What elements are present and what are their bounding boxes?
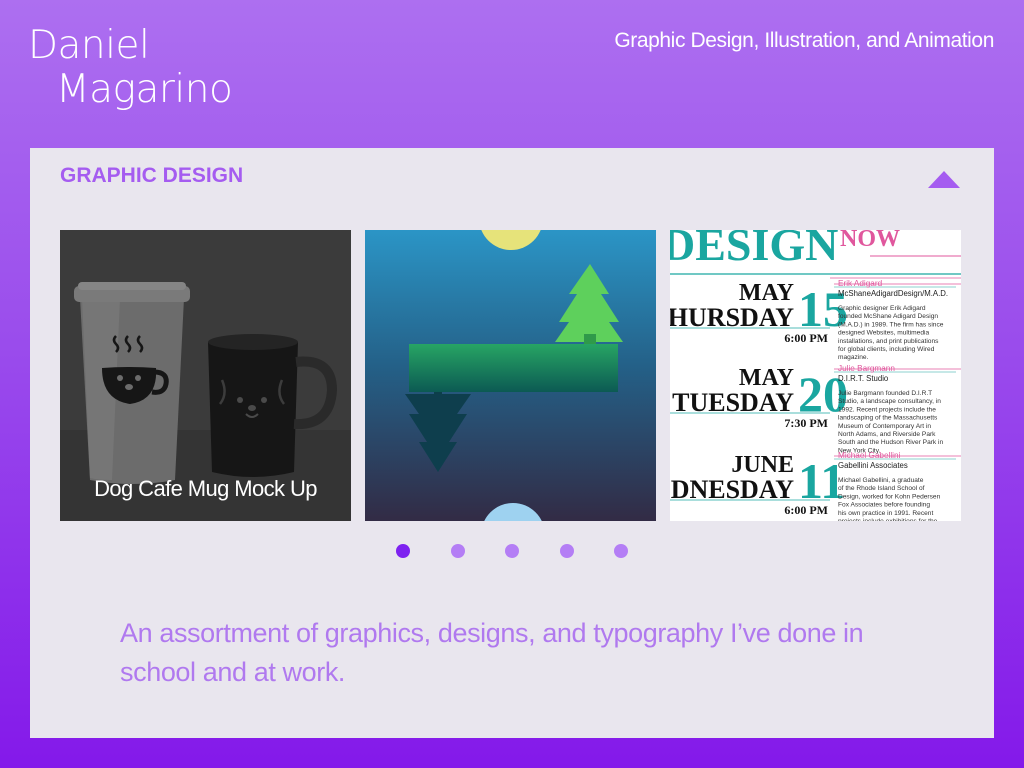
collapse-toggle-button[interactable] (928, 170, 960, 188)
poster-speaker: Julie Bargmann (838, 364, 895, 373)
graphic-design-panel: GRAPHIC DESIGN Dog Cafe Mug Mock Up DESI… (30, 148, 994, 738)
poster-bio-line: South and the Hudson River Park in (838, 439, 944, 446)
poster-org: Gabellini Associates (838, 461, 908, 470)
poster-bio-line: magazine. (838, 354, 869, 361)
poster-bio-line: landscaping of the Massachusetts (838, 415, 938, 422)
poster-design-heading: DESIGN (670, 230, 838, 270)
poster-bio-line: 1992. Recent projects include the (838, 406, 936, 413)
poster-bio-line: North Adams, and Riverside Park (838, 431, 936, 438)
section-title: GRAPHIC DESIGN (60, 164, 244, 187)
poster-bio-line: Michael Gabellini, a graduate (838, 477, 924, 484)
poster-speaker: Erik Adigard (838, 279, 883, 288)
site-name[interactable]: Daniel Magarino (28, 23, 233, 112)
slide-dog-cafe-mug[interactable]: Dog Cafe Mug Mock Up (60, 230, 351, 521)
poster-time: 6:00 PM (784, 503, 828, 517)
carousel-dot[interactable] (396, 544, 410, 558)
project-carousel[interactable]: Dog Cafe Mug Mock Up DESIGN NOW MAY 15 H… (60, 230, 961, 521)
section-description: An assortment of graphics, designs, and … (120, 618, 864, 687)
poster-org: McShaneAdigardDesign/M.A.D. (838, 289, 948, 298)
poster-bio-line: Design, worked for Kohn Pedersen (838, 493, 941, 500)
poster-bio-line: Studio, a landscape consultancy, in (838, 398, 941, 405)
carousel-dot[interactable] (614, 544, 628, 558)
poster-org: D.I.R.T. Studio (838, 374, 889, 383)
triangle-up-icon (928, 171, 960, 188)
poster-bio-line: Fox Associates before founding (838, 502, 930, 509)
slide-tree-reflection[interactable] (365, 230, 656, 521)
tree-reflection-image (365, 230, 656, 521)
poster-bio-line: of the Rhode Island School of (838, 485, 925, 492)
carousel-dot[interactable] (450, 544, 465, 558)
last-name: Magarino (56, 67, 233, 112)
poster-bio-line: Julie Bargmann founded D.I.R.T (838, 390, 932, 397)
poster-bio-line: Museum of Contemporary Art in (838, 423, 931, 430)
carousel-dot[interactable] (559, 544, 574, 558)
slide-design-now-poster[interactable]: DESIGN NOW MAY15THURSDAY6:00 PMErik Adig… (670, 230, 961, 521)
carousel-dot[interactable] (505, 544, 519, 558)
design-now-poster-image: DESIGN NOW MAY15THURSDAY6:00 PMErik Adig… (670, 230, 961, 521)
poster-bio-line: (M.A.D.) in 1989. The firm has since (838, 321, 944, 328)
poster-bio-line: installations, and print publications (838, 338, 939, 345)
poster-speaker: Michael Gabellini (838, 451, 901, 460)
slide-caption: Dog Cafe Mug Mock Up (94, 476, 317, 501)
poster-bio-line: Graphic designer Erik Adigard (838, 305, 926, 312)
poster-bio-line: designed Websites, multimedia (838, 330, 929, 337)
poster-bio-line: founded McShane Adigard Design (838, 313, 938, 320)
site-tagline: Graphic Design, Illustration, and Animat… (614, 29, 994, 52)
poster-time: 7:30 PM (784, 416, 828, 430)
poster-now-heading: NOW (840, 230, 900, 252)
poster-bio-line: projects include exhibitions for the (838, 518, 938, 521)
poster-bio-line: for global clients, including Wired (838, 346, 935, 353)
poster-time: 6:00 PM (784, 331, 828, 345)
first-name: Daniel (28, 23, 150, 68)
poster-bio-line: his own practice in 1991. Recent (838, 510, 933, 517)
